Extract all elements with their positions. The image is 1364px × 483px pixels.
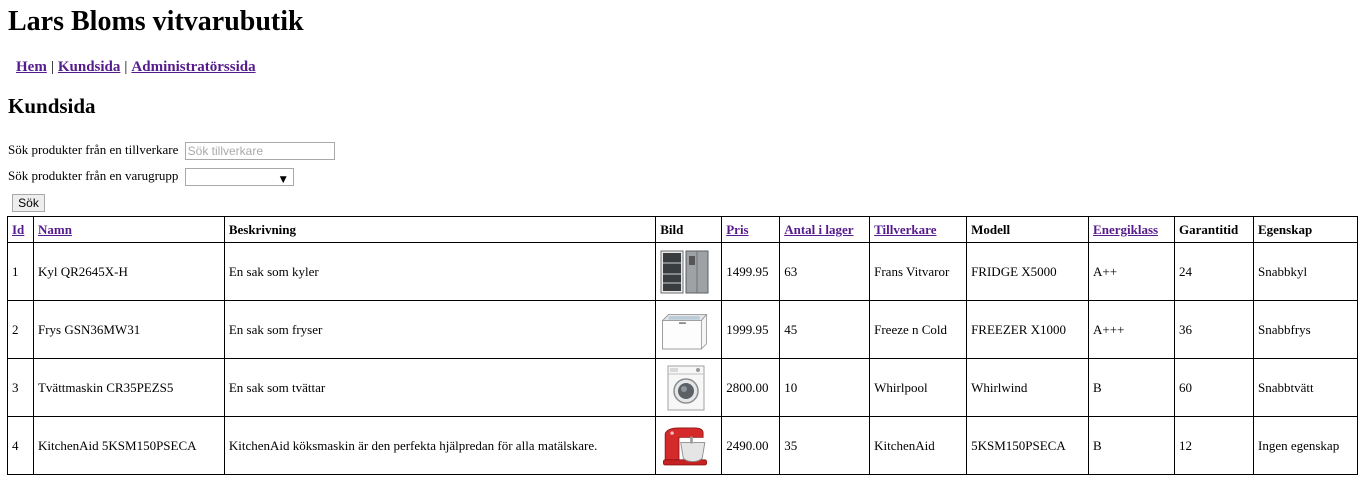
cell-name: Tvättmaskin CR35PEZS5 <box>32 358 225 417</box>
cell-image <box>655 242 723 301</box>
dropdown-arrow-icon: ▼ <box>279 175 287 186</box>
column-header-name[interactable]: Namn <box>32 216 225 243</box>
sort-link-energy[interactable]: Energiklass <box>1093 222 1158 237</box>
cell-energy: A++ <box>1088 242 1176 301</box>
cell-stock: 45 <box>779 300 871 359</box>
column-header-model: Modell <box>966 216 1090 243</box>
column-header-energy[interactable]: Energiklass <box>1088 216 1176 243</box>
cell-description: En sak som tvättar <box>223 358 657 417</box>
sort-link-manufacturer[interactable]: Tillverkare <box>874 222 936 237</box>
cell-manufacturer: Frans Vitvaror <box>869 242 968 301</box>
sort-link-id[interactable]: Id <box>12 222 24 237</box>
sort-link-name[interactable]: Namn <box>38 222 72 237</box>
nav-link-administratorssida[interactable]: Administratörssida <box>131 59 255 75</box>
cell-warranty: 12 <box>1174 416 1254 475</box>
table-row: 4 KitchenAid 5KSM150PSECA KitchenAid kök… <box>7 416 1359 475</box>
cell-description: En sak som fryser <box>223 300 657 359</box>
cell-description: En sak som kyler <box>223 242 657 301</box>
cell-image <box>655 358 723 417</box>
nav-link-hem[interactable]: Hem <box>16 59 47 75</box>
cell-manufacturer: Whirlpool <box>869 358 968 417</box>
column-header-image: Bild <box>655 216 723 243</box>
table-row: 2 Frys GSN36MW31 En sak som fryser 1999.… <box>7 300 1359 359</box>
table-row: 1 Kyl QR2645X-H En sak som kyler 1499.95… <box>7 242 1359 301</box>
column-header-manufacturer[interactable]: Tillverkare <box>869 216 968 243</box>
page-title: Lars Bloms vitvarubutik <box>8 6 304 37</box>
cell-energy: B <box>1088 358 1176 417</box>
mixer-image <box>663 426 708 465</box>
cell-warranty: 36 <box>1174 300 1254 359</box>
cell-id: 1 <box>7 242 34 301</box>
sort-link-stock[interactable]: Antal i lager <box>784 222 853 237</box>
cell-stock: 35 <box>779 416 871 475</box>
column-header-stock[interactable]: Antal i lager <box>779 216 871 243</box>
main-nav: Hem | Kundsida | Administratörssida <box>16 58 256 76</box>
cell-id: 2 <box>7 300 34 359</box>
cell-feature: Snabbfrys <box>1252 300 1359 359</box>
group-search-label: Sök produkter från en varugrupp <box>8 168 179 183</box>
cell-energy: B <box>1088 416 1176 475</box>
section-heading: Kundsida <box>8 94 96 118</box>
cell-image <box>655 300 723 359</box>
cell-model: FRIDGE X5000 <box>966 242 1090 301</box>
cell-price: 2800.00 <box>721 358 781 417</box>
cell-stock: 10 <box>779 358 871 417</box>
cell-name: Kyl QR2645X-H <box>32 242 225 301</box>
product-table: Id Namn Beskrivning Bild Pris Antal i la… <box>7 216 1359 475</box>
cell-name: Frys GSN36MW31 <box>32 300 225 359</box>
cell-warranty: 24 <box>1174 242 1254 301</box>
cell-model: 5KSM150PSECA <box>966 416 1090 475</box>
nav-link-kundsida[interactable]: Kundsida <box>58 59 121 75</box>
cell-model: Whirlwind <box>966 358 1090 417</box>
cell-manufacturer: KitchenAid <box>869 416 968 475</box>
cell-price: 1999.95 <box>721 300 781 359</box>
column-header-id[interactable]: Id <box>7 216 34 243</box>
cell-name: KitchenAid 5KSM150PSECA <box>32 416 225 475</box>
cell-feature: Snabbkyl <box>1252 242 1359 301</box>
cell-warranty: 60 <box>1174 358 1254 417</box>
cell-feature: Ingen egenskap <box>1252 416 1359 475</box>
cell-image <box>655 416 723 475</box>
column-header-feature: Egenskap <box>1252 216 1359 243</box>
cell-feature: Snabbtvätt <box>1252 358 1359 417</box>
fridge-image <box>660 250 709 293</box>
cell-price: 1499.95 <box>721 242 781 301</box>
table-header-row: Id Namn Beskrivning Bild Pris Antal i la… <box>7 216 1359 243</box>
cell-description: KitchenAid köksmaskin är den perfekta hj… <box>223 416 657 475</box>
table-row: 3 Tvättmaskin CR35PEZS5 En sak som tvätt… <box>7 358 1359 417</box>
group-search-row: Sök produkter från en varugrupp ▼ <box>8 167 294 187</box>
group-select[interactable]: ▼ <box>184 168 294 187</box>
search-button[interactable]: Sök <box>12 194 45 212</box>
manufacturer-search-label: Sök produkter från en tillverkare <box>8 142 179 157</box>
cell-price: 2490.00 <box>721 416 781 475</box>
manufacturer-search-row: Sök produkter från en tillverkare <box>8 141 335 161</box>
cell-manufacturer: Freeze n Cold <box>869 300 968 359</box>
cell-id: 4 <box>7 416 34 475</box>
freezer-image <box>661 313 708 349</box>
manufacturer-search-input[interactable] <box>184 142 335 161</box>
column-header-price[interactable]: Pris <box>721 216 781 243</box>
washer-image <box>667 365 705 410</box>
cell-stock: 63 <box>779 242 871 301</box>
nav-separator: | <box>124 59 128 75</box>
sort-link-price[interactable]: Pris <box>726 222 748 237</box>
nav-separator: | <box>50 59 54 75</box>
cell-id: 3 <box>7 358 34 417</box>
cell-model: FREEZER X1000 <box>966 300 1090 359</box>
column-header-warranty: Garantitid <box>1174 216 1254 243</box>
column-header-description: Beskrivning <box>223 216 657 243</box>
cell-energy: A+++ <box>1088 300 1176 359</box>
